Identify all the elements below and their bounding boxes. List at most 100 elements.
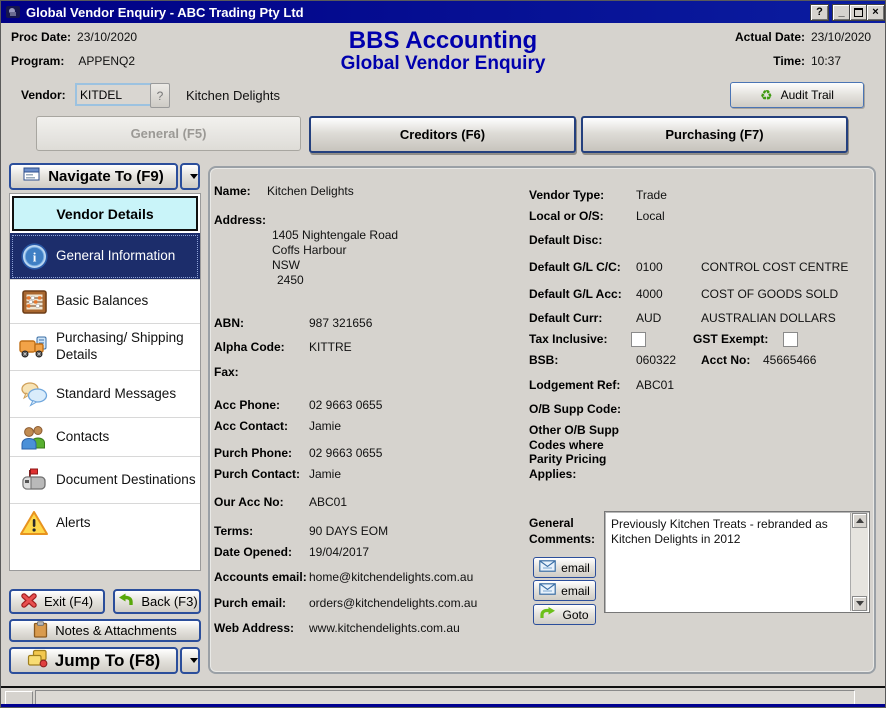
acc-contact-value: Jamie: [309, 418, 341, 434]
envelope-icon: [539, 583, 556, 598]
sidebar-item-document-destinations[interactable]: Document Destinations: [10, 457, 200, 504]
acc-phone-label: Acc Phone:: [214, 397, 309, 413]
vendor-details-right-column: Vendor Type:Trade Local or O/S:Local Def…: [529, 187, 874, 481]
tab-general[interactable]: General (F5): [36, 116, 301, 151]
date-opened-value: 19/04/2017: [309, 544, 369, 560]
fax-label: Fax:: [214, 364, 309, 380]
acc-phone-value: 02 9663 0655: [309, 397, 382, 413]
abn-label: ABN:: [214, 315, 309, 331]
time-value: 10:37: [811, 54, 877, 68]
jump-dropdown-button[interactable]: [180, 647, 200, 674]
vendor-code-input[interactable]: [75, 83, 153, 106]
purch-phone-value: 02 9663 0655: [309, 445, 382, 461]
help-button[interactable]: ?: [810, 4, 829, 21]
purch-email-value: orders@kitchendelights.com.au: [309, 595, 477, 611]
alpha-code-label: Alpha Code:: [214, 339, 309, 355]
gst-exempt-label: GST Exempt:: [693, 331, 783, 347]
lodgement-ref-value: ABC01: [636, 377, 701, 393]
address-line: Coffs Harbour: [214, 243, 524, 258]
alpha-code-value: KITTRE: [309, 339, 352, 355]
maximize-icon: [854, 8, 863, 17]
goto-web-button[interactable]: Goto: [533, 604, 596, 625]
local-os-label: Local or O/S:: [529, 208, 636, 224]
local-os-value: Local: [636, 208, 701, 224]
tab-creditors[interactable]: Creditors (F6): [309, 116, 576, 153]
default-disc-value: [636, 232, 701, 248]
sidebar-item-purchasing-shipping[interactable]: Purchasing/ Shipping Details: [10, 324, 200, 371]
default-glcc-label: Default G/L C/C:: [529, 259, 636, 275]
accounts-email-value: home@kitchendelights.com.au: [309, 569, 473, 585]
default-glacc-label: Default G/L Acc:: [529, 286, 636, 302]
exit-button[interactable]: Exit (F4): [9, 589, 105, 614]
red-x-icon: [21, 593, 37, 611]
default-disc-label: Default Disc:: [529, 232, 636, 248]
recycle-icon: ♻: [760, 88, 773, 102]
address-label: Address:: [214, 212, 309, 228]
status-grip: [5, 691, 33, 708]
scroll-down-button[interactable]: [852, 596, 867, 611]
clipboard-icon: [33, 621, 48, 641]
name-label: Name:: [214, 183, 267, 199]
sidebar-item-general-information[interactable]: i General Information: [10, 233, 200, 280]
default-glacc-value: 4000: [636, 286, 701, 302]
back-arrow-icon: [116, 593, 134, 611]
tab-purchasing[interactable]: Purchasing (F7): [581, 116, 848, 153]
abn-value: 987 321656: [309, 315, 372, 331]
accounts-email-label: Accounts email:: [214, 569, 309, 585]
purch-email-label: Purch email:: [214, 595, 309, 611]
section-title: Vendor Details: [12, 196, 198, 231]
vendor-name: Kitchen Delights: [186, 88, 280, 103]
general-comments-text: Previously Kitchen Treats - rebranded as…: [611, 517, 847, 547]
vendor-details-list: Vendor Details i General Information Bas…: [9, 193, 201, 571]
mailbox-icon: [19, 467, 49, 493]
actual-date-value: 23/10/2020: [811, 30, 877, 44]
scroll-up-button[interactable]: [852, 513, 867, 528]
general-comments-field[interactable]: Previously Kitchen Treats - rebranded as…: [604, 511, 870, 613]
address-line: 2450: [214, 273, 524, 288]
arrow-down-icon: [856, 601, 864, 606]
ob-supp-code-label: O/B Supp Code:: [529, 401, 649, 417]
web-address-label: Web Address:: [214, 620, 309, 636]
sidebar-item-alerts[interactable]: Alerts: [10, 504, 200, 542]
audit-trail-button[interactable]: ♻ Audit Trail: [730, 82, 864, 108]
purch-contact-value: Jamie: [309, 466, 341, 482]
navigate-to-button[interactable]: Navigate To (F9): [9, 163, 178, 190]
notes-attachments-button[interactable]: Notes & Attachments: [9, 619, 201, 642]
actual-date-label: Actual Date:: [735, 30, 805, 44]
navigate-dropdown-button[interactable]: [180, 163, 200, 190]
email-accounts-button[interactable]: email: [533, 557, 596, 578]
general-comments-label: General Comments:: [529, 515, 609, 547]
acc-contact-label: Acc Contact:: [214, 418, 309, 434]
vendor-type-value: Trade: [636, 187, 701, 203]
address-line: 1405 Nightengale Road: [214, 228, 524, 243]
sidebar-item-basic-balances[interactable]: Basic Balances: [10, 280, 200, 324]
our-acc-no-value: ABC01: [309, 494, 347, 510]
lodgement-ref-label: Lodgement Ref:: [529, 377, 636, 393]
bsb-label: BSB:: [529, 352, 636, 368]
envelope-icon: [539, 560, 556, 575]
program-label: Program:: [11, 54, 64, 68]
truck-icon: [19, 335, 49, 359]
vendor-label: Vendor:: [21, 88, 66, 102]
back-button[interactable]: Back (F3): [113, 589, 201, 614]
comments-scrollbar[interactable]: [850, 513, 868, 611]
sidebar-item-standard-messages[interactable]: Standard Messages: [10, 371, 200, 418]
jump-to-button[interactable]: Jump To (F8): [9, 647, 178, 674]
goto-arrow-icon: [540, 607, 557, 623]
email-purchasing-button[interactable]: email: [533, 580, 596, 601]
default-curr-label: Default Curr:: [529, 310, 636, 326]
program-value: APPENQ2: [78, 54, 135, 68]
web-address-value: www.kitchendelights.com.au: [309, 620, 460, 636]
default-glcc-value: 0100: [636, 259, 701, 275]
tax-inclusive-checkbox[interactable]: [631, 332, 646, 347]
info-icon: i: [19, 243, 49, 270]
vendor-lookup-button[interactable]: ?: [150, 83, 170, 108]
status-divider: [1, 686, 886, 688]
arrow-up-icon: [856, 518, 864, 523]
close-button[interactable]: ×: [866, 4, 885, 21]
our-acc-no-label: Our Acc No:: [214, 494, 309, 510]
abacus-icon: [19, 289, 49, 315]
address-line: NSW: [214, 258, 524, 273]
sidebar-item-contacts[interactable]: Contacts: [10, 418, 200, 457]
gst-exempt-checkbox[interactable]: [783, 332, 798, 347]
